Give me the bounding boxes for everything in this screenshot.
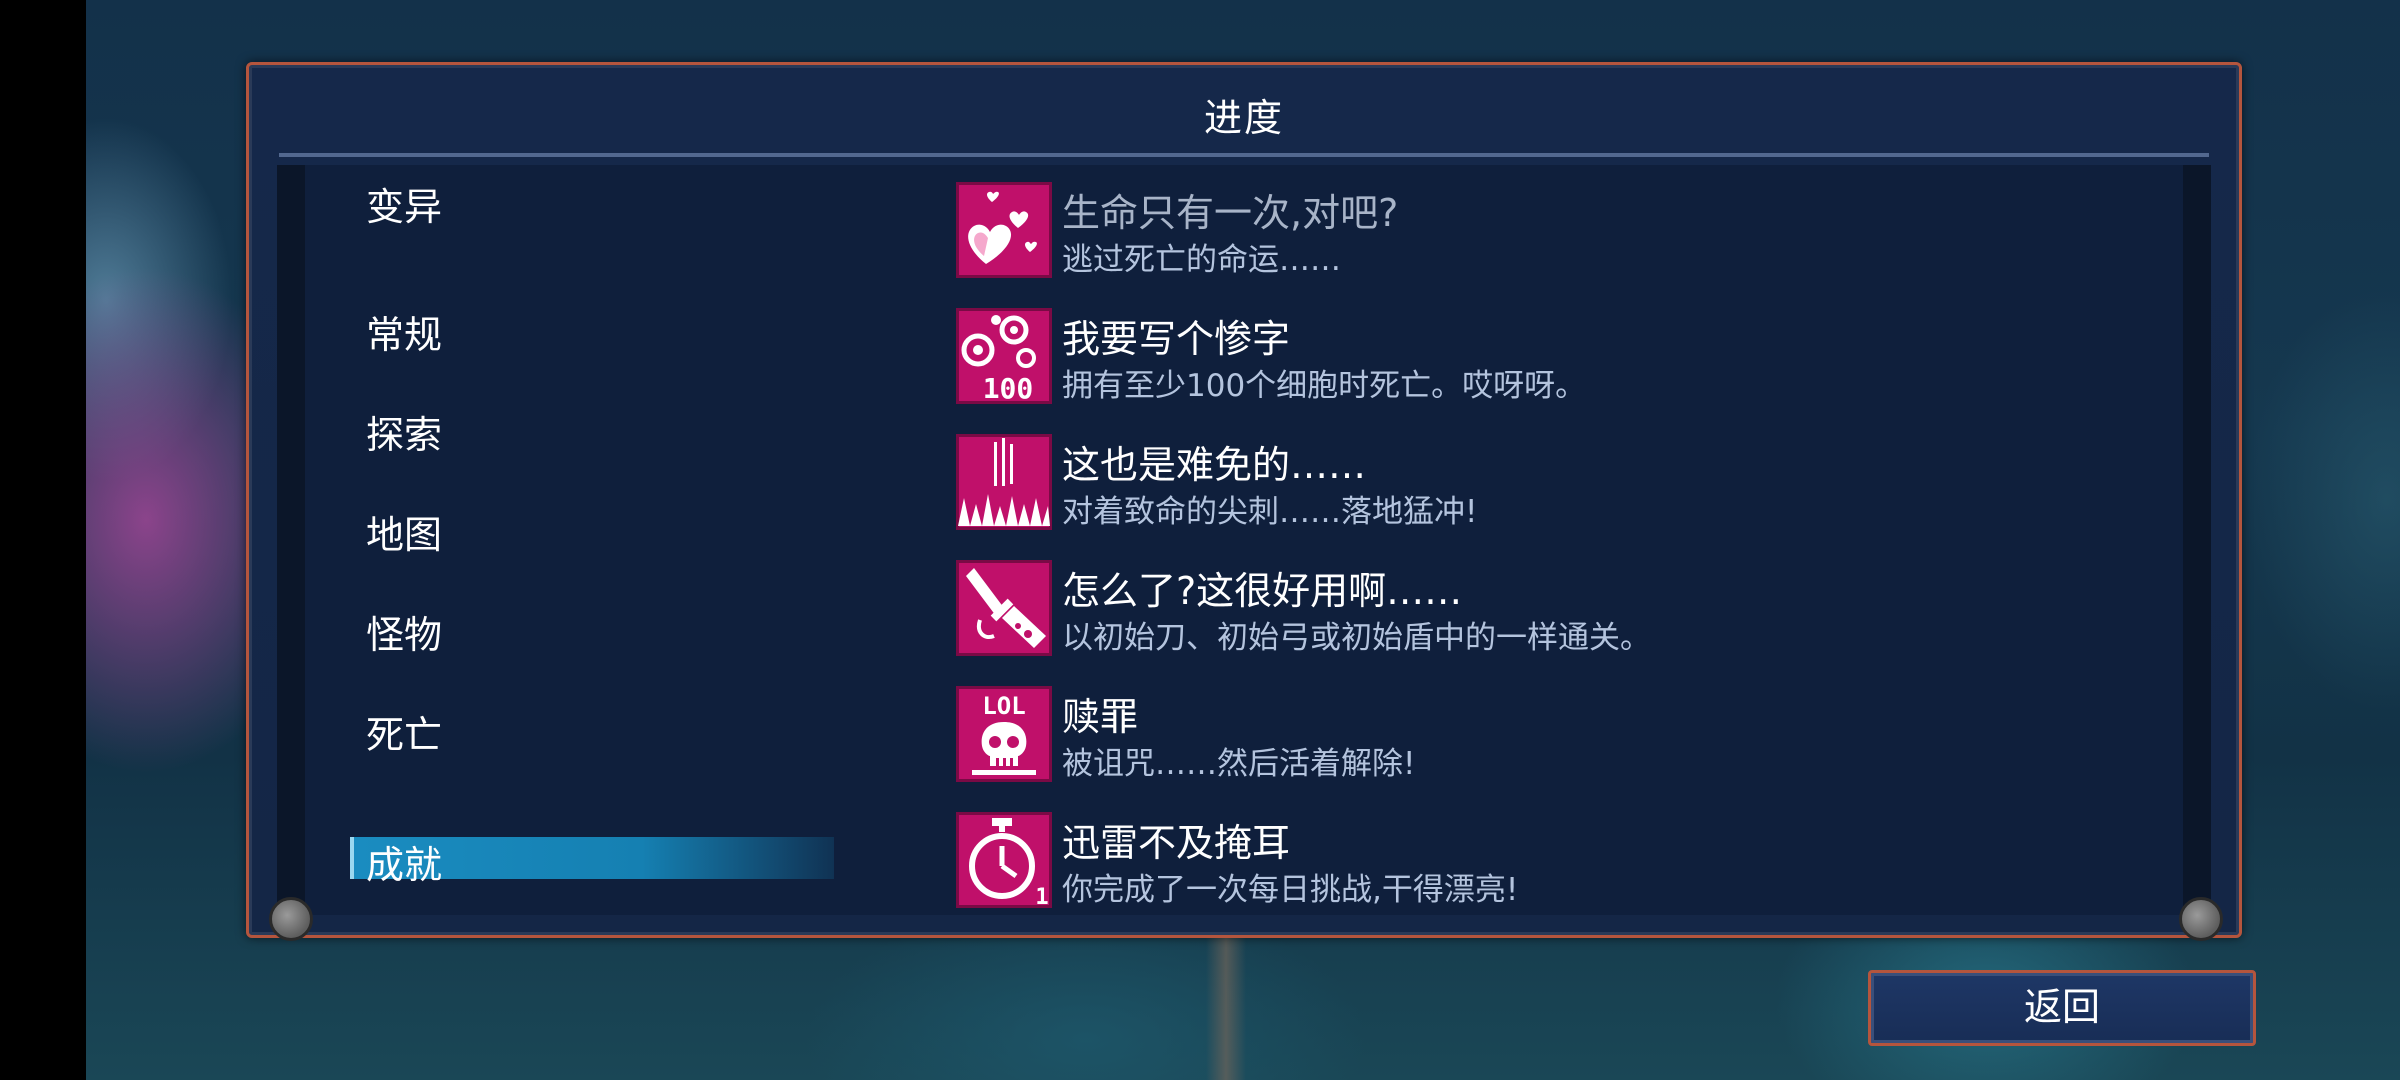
right-scroll-rail[interactable] [2183, 165, 2211, 915]
spikes-icon [956, 434, 1052, 530]
back-button[interactable]: 返回 [1868, 970, 2256, 1046]
cells-100-icon: 100 [956, 308, 1052, 404]
achievement-title: 怎么了?这很好用啊…… [1062, 569, 1463, 613]
category-achievements[interactable]: 成就 [366, 834, 442, 889]
lol-skull-icon: LOL [956, 686, 1052, 782]
hearts-icon [956, 182, 1052, 278]
stopwatch-icon: 1 [956, 812, 1052, 908]
achievement-title: 这也是难免的…… [1062, 443, 1367, 487]
achievement-item[interactable]: 生命只有一次,对吧? 逃过死亡的命运…… [956, 182, 2156, 282]
achievement-title: 我要写个惨字 [1062, 317, 1291, 361]
achievement-description: 逃过死亡的命运…… [1062, 242, 1341, 278]
background-pillar [1206, 920, 1246, 1080]
category-general[interactable]: 常规 [366, 304, 442, 359]
category-mutations[interactable]: 变异 [366, 176, 442, 231]
achievement-item[interactable]: LOL 赎罪 被诅咒……然后活着解除! [956, 686, 2156, 786]
achievement-item[interactable]: 这也是难免的…… 对着致命的尖刺……落地猛冲! [956, 434, 2156, 534]
right-corner-knob [2179, 897, 2223, 941]
achievement-title: 生命只有一次,对吧? [1062, 191, 1399, 235]
category-map[interactable]: 地图 [366, 504, 442, 559]
cells-100-icon-text: 100 [983, 372, 1034, 404]
achievement-item[interactable]: 怎么了?这很好用啊…… 以初始刀、初始弓或初始盾中的一样通关。 [956, 560, 2156, 660]
achievement-description: 被诅咒……然后活着解除! [1062, 746, 1416, 782]
achievement-item[interactable]: 100 我要写个惨字 拥有至少100个细胞时死亡。哎呀呀。 [956, 308, 2156, 408]
left-corner-knob [269, 897, 313, 941]
achievement-description: 以初始刀、初始弓或初始盾中的一样通关。 [1062, 620, 1651, 656]
achievement-description: 对着致命的尖刺……落地猛冲! [1062, 494, 1478, 530]
lol-skull-icon-text: LOL [982, 692, 1025, 720]
panel-title: 进度 [1203, 96, 1284, 140]
category-exploration[interactable]: 探索 [366, 404, 442, 459]
title-divider [279, 153, 2209, 157]
sword-icon [956, 560, 1052, 656]
achievement-item[interactable]: 1 迅雷不及掩耳 你完成了一次每日挑战,干得漂亮! [956, 812, 2156, 912]
category-deaths[interactable]: 死亡 [366, 704, 442, 759]
category-monsters[interactable]: 怪物 [366, 604, 442, 659]
stopwatch-icon-text: 1 [1035, 885, 1048, 908]
achievement-title: 迅雷不及掩耳 [1062, 821, 1291, 865]
achievement-title: 赎罪 [1062, 695, 1139, 739]
achievement-description: 你完成了一次每日挑战,干得漂亮! [1062, 872, 1519, 908]
left-scroll-rail [277, 165, 305, 915]
achievement-description: 拥有至少100个细胞时死亡。哎呀呀。 [1062, 368, 1587, 404]
